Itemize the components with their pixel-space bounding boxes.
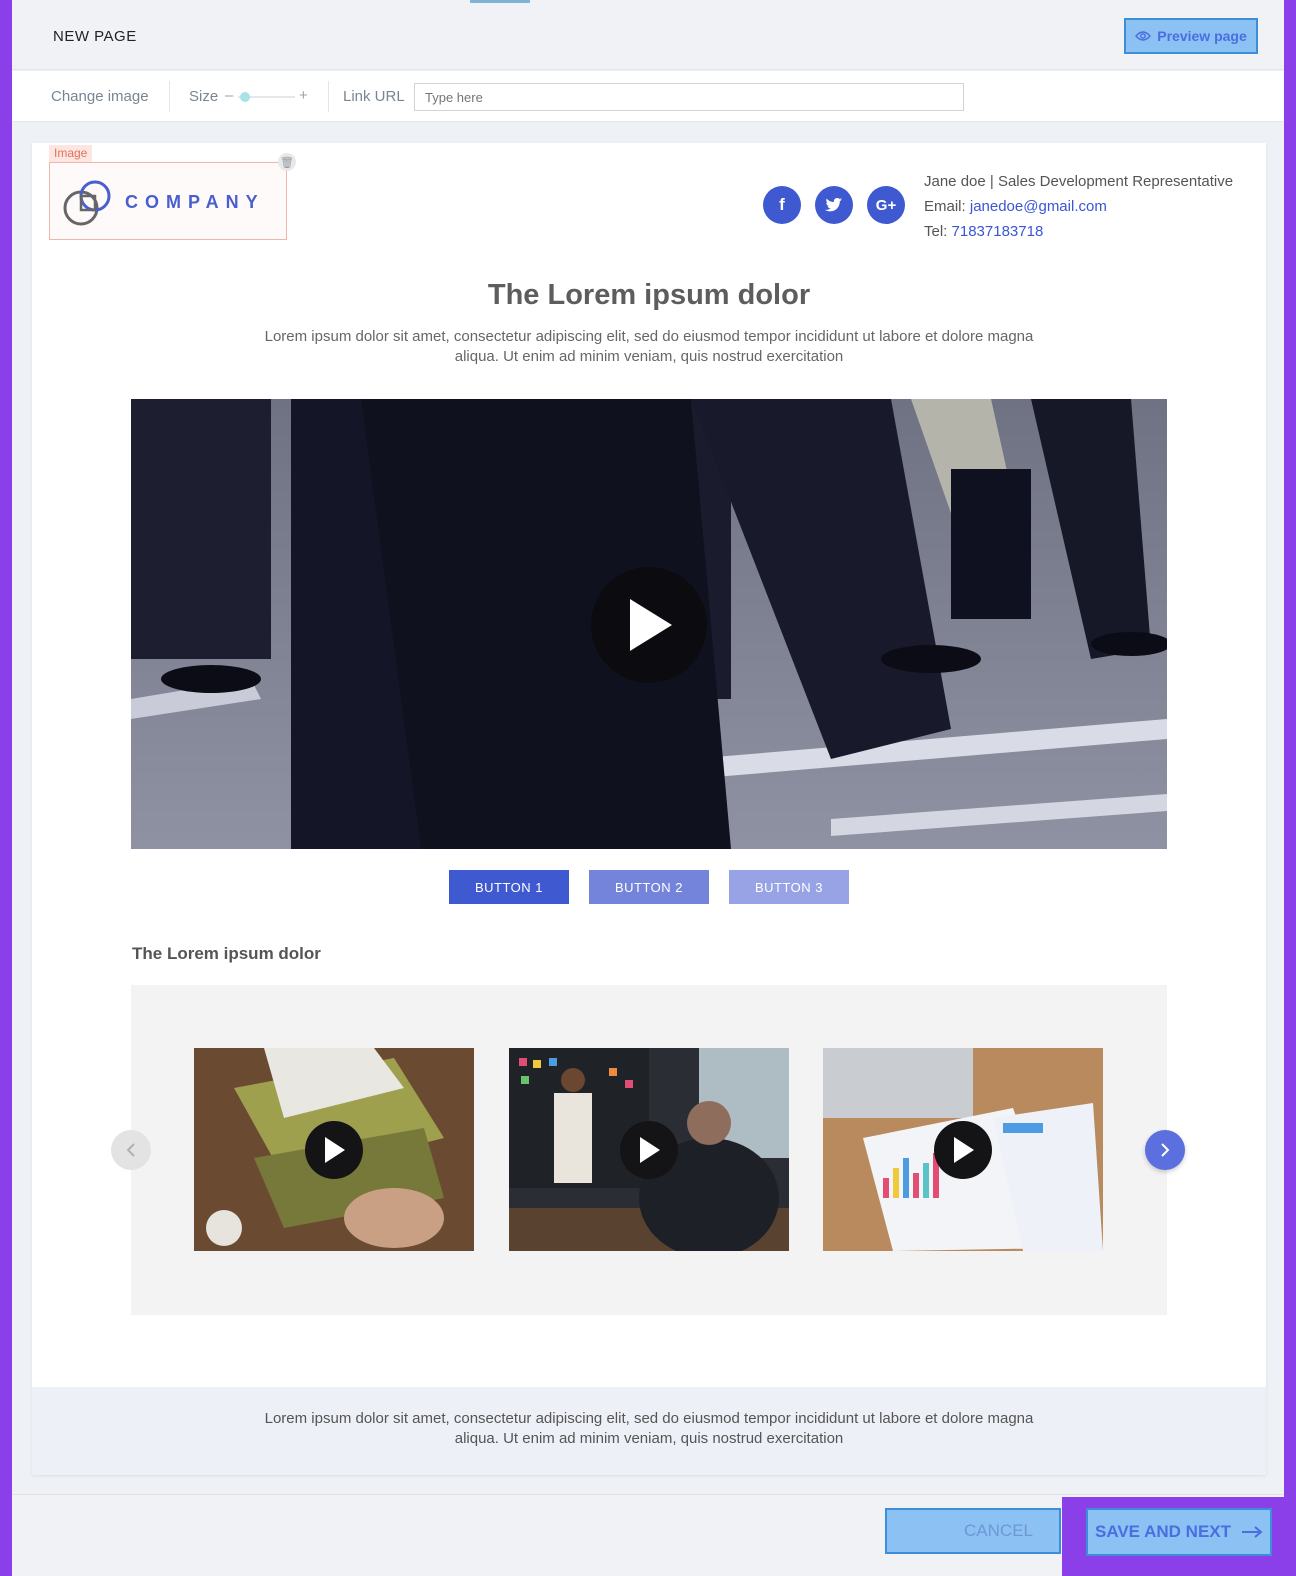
top-bar: NEW PAGE Preview page [12,0,1284,70]
size-label: Size [189,88,219,105]
size-slider-knob[interactable] [240,92,250,102]
link-url-input[interactable] [414,83,964,111]
cancel-button[interactable]: CANCEL [885,1508,1061,1554]
button-3[interactable]: BUTTON 3 [729,870,849,904]
delete-trash-icon[interactable]: 🗑 [278,153,296,171]
link-url-label: Link URL [343,88,405,105]
email-link[interactable]: janedoe@gmail.com [970,198,1107,215]
thumbnail-play-button[interactable] [934,1121,992,1179]
tel-label: Tel: [924,223,948,240]
hero-video[interactable] [131,399,1167,849]
play-icon [325,1137,345,1163]
google-plus-icon[interactable]: G+ [867,186,905,224]
change-image-button[interactable]: Change image [51,88,149,105]
video-play-button[interactable] [591,567,707,683]
section-heading: The Lorem ipsum dolor [132,944,321,963]
eye-icon [1135,31,1152,41]
page-title: NEW PAGE [53,28,137,45]
carousel-thumbnail-marketing[interactable] [194,1048,474,1251]
company-logo-icon [63,180,111,226]
twitter-bird-icon [825,197,843,211]
size-slider[interactable] [238,92,295,102]
contact-tel-line: Tel: 71837183718 [924,219,1233,244]
facebook-icon[interactable]: f [763,186,801,224]
video-carousel [111,985,1185,1315]
image-toolbar: Change image Size – + Link URL [12,71,1284,122]
save-and-next-label: SAVE AND NEXT [1094,1522,1232,1541]
selected-logo-image[interactable]: COMPANY [49,162,287,240]
button-2[interactable]: BUTTON 2 [589,870,709,904]
contact-email-line: Email: janedoe@gmail.com [924,194,1233,219]
google-plus-glyph: G+ [875,196,897,214]
save-button-highlight: SAVE AND NEXT [1062,1497,1284,1576]
page-canvas: Image COMPANY 🗑 f G+ Jane doe | Sales De… [32,143,1266,1475]
play-icon [630,599,672,651]
page-description: Lorem ipsum dolor sit amet, consectetur … [264,328,1034,365]
toolbar-divider [328,81,329,112]
size-increase-button[interactable]: + [299,87,308,104]
preview-page-button[interactable]: Preview page [1124,18,1258,54]
thumbnail-play-button[interactable] [620,1121,678,1179]
carousel-next-button[interactable] [1145,1130,1185,1170]
twitter-icon[interactable] [815,186,853,224]
contact-info: Jane doe | Sales Development Representat… [924,169,1233,244]
image-element-tag: Image [49,145,93,162]
save-and-next-button[interactable]: SAVE AND NEXT [1086,1508,1272,1556]
email-label: Email: [924,198,966,215]
facebook-glyph: f [779,195,785,214]
editor-frame: NEW PAGE Preview page Change image Size … [12,0,1284,1576]
play-icon [954,1137,974,1163]
footer-text: Lorem ipsum dolor sit amet, consectetur … [264,1410,1034,1447]
page-footer: Lorem ipsum dolor sit amet, consectetur … [32,1387,1266,1475]
toolbar-divider [169,81,170,112]
chevron-left-icon [126,1143,135,1157]
thumbnail-play-button[interactable] [305,1121,363,1179]
bottom-action-bar: CANCEL SAVE AND NEXT [12,1494,1284,1576]
size-decrease-button[interactable]: – [225,87,233,104]
contact-name-line: Jane doe | Sales Development Representat… [924,173,1234,190]
carousel-thumbnail-analytics[interactable] [823,1048,1103,1251]
preview-page-label: Preview page [1157,28,1247,44]
arrow-right-icon [1242,1526,1263,1538]
active-tab-indicator [470,0,530,3]
company-logo-text: COMPANY [125,192,265,212]
page-heading: The Lorem ipsum dolor [487,279,811,311]
carousel-prev-button[interactable] [111,1130,151,1170]
carousel-thumbnail-meeting[interactable] [509,1048,789,1251]
tel-link[interactable]: 71837183718 [952,223,1044,240]
button-1[interactable]: BUTTON 1 [449,870,569,904]
chevron-right-icon [1161,1143,1170,1157]
play-icon [640,1137,660,1163]
